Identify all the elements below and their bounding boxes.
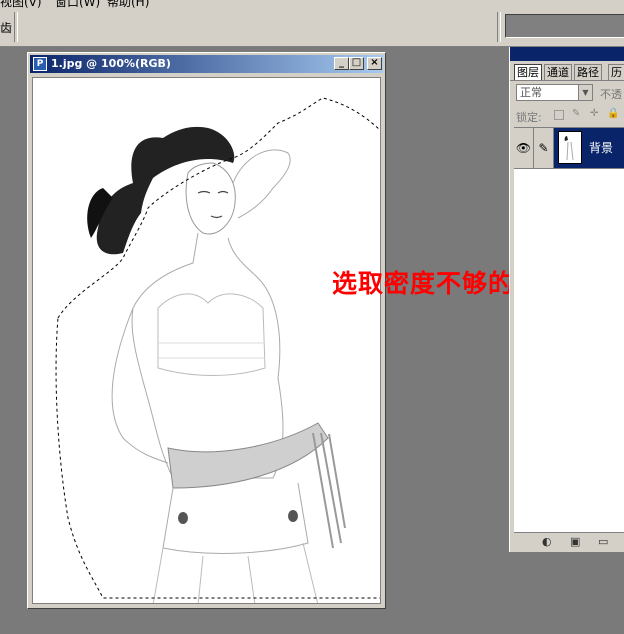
lace-lines xyxy=(158,342,265,359)
document-titlebar[interactable]: P 1.jpg @ 100%(RGB) _ □ × xyxy=(30,55,383,73)
lock-label: 锁定: xyxy=(516,111,542,124)
menu-window[interactable]: 窗口(W) xyxy=(55,0,100,8)
maximize-button[interactable]: □ xyxy=(349,57,364,70)
blend-mode-value: 正常 xyxy=(520,86,542,99)
tab-layers[interactable]: 图层 xyxy=(514,64,542,80)
torso-outline xyxy=(131,232,284,479)
lock-all-icon[interactable]: 🔒 xyxy=(607,108,619,119)
new-fill-layer-icon[interactable]: ◐ xyxy=(542,535,552,548)
lock-transparency-icon[interactable] xyxy=(554,110,564,120)
options-bar: 齿 xyxy=(0,8,624,47)
layer-name: 背景 xyxy=(589,141,614,155)
skirt-button-right xyxy=(288,510,298,522)
selection-marquee[interactable] xyxy=(55,97,381,599)
menu-bar: 视图(V) 窗口(W) 帮助(H) xyxy=(0,0,624,8)
menu-view[interactable]: 视图(V) xyxy=(0,0,42,8)
options-separator xyxy=(14,12,18,42)
chevron-down-icon[interactable]: ▼ xyxy=(578,85,592,100)
skirt-button-left xyxy=(178,512,188,524)
close-button[interactable]: × xyxy=(367,57,382,70)
layer-thumbnail[interactable] xyxy=(558,131,582,164)
new-group-icon[interactable]: ▭ xyxy=(598,535,608,548)
face-features xyxy=(197,190,229,219)
tab-channels[interactable]: 通道 xyxy=(544,64,572,80)
hair-shape xyxy=(96,126,235,255)
add-mask-icon[interactable]: ▣ xyxy=(570,535,580,548)
document-title: 1.jpg @ 100%(RGB) xyxy=(51,57,171,70)
tab-divider xyxy=(510,80,624,81)
photoshop-doc-icon[interactable]: P xyxy=(33,57,47,71)
lock-position-icon[interactable]: ✛ xyxy=(590,108,598,119)
thumbnail-figure xyxy=(564,136,574,161)
sketch-figure xyxy=(55,97,381,603)
palette-tabs: 图层 通道 路径 历 xyxy=(514,64,624,80)
knit-belt xyxy=(167,422,329,489)
tab-paths[interactable]: 路径 xyxy=(574,64,602,80)
minimize-button[interactable]: _ xyxy=(334,57,349,70)
layer-row[interactable]: 👁 ✎ 背景 xyxy=(514,128,624,169)
antialias-label: 齿 xyxy=(0,21,13,35)
palette-titlebar[interactable] xyxy=(510,47,624,61)
document-window[interactable]: P 1.jpg @ 100%(RGB) _ □ × xyxy=(27,52,386,609)
lock-image-icon[interactable]: ✎ xyxy=(572,108,580,119)
palette-footer: ◐ ▣ ▭ xyxy=(514,532,624,551)
raised-arm xyxy=(232,149,291,219)
hip-arm xyxy=(111,307,169,464)
menu-help[interactable]: 帮助(H) xyxy=(107,0,149,8)
face-outline xyxy=(185,162,236,235)
blend-mode-select[interactable]: 正常 ▼ xyxy=(516,84,593,101)
belt-tassels xyxy=(312,432,346,549)
layers-palette[interactable]: 图层 通道 路径 历 正常 ▼ 不透 锁定: ✎ ✛ 🔒 👁 ✎ 背景 ◐ ▣ … xyxy=(509,47,624,552)
opacity-label: 不透 xyxy=(600,88,622,101)
options-separator xyxy=(497,12,501,42)
brush-icon[interactable]: ✎ xyxy=(534,128,554,168)
legs xyxy=(152,542,319,603)
image-canvas[interactable] xyxy=(32,77,381,604)
layers-list: 👁 ✎ 背景 xyxy=(514,127,624,532)
camisole xyxy=(157,293,266,376)
palette-well[interactable] xyxy=(505,14,624,38)
eye-icon[interactable]: 👁 xyxy=(514,128,534,168)
tab-history[interactable]: 历 xyxy=(608,64,624,80)
